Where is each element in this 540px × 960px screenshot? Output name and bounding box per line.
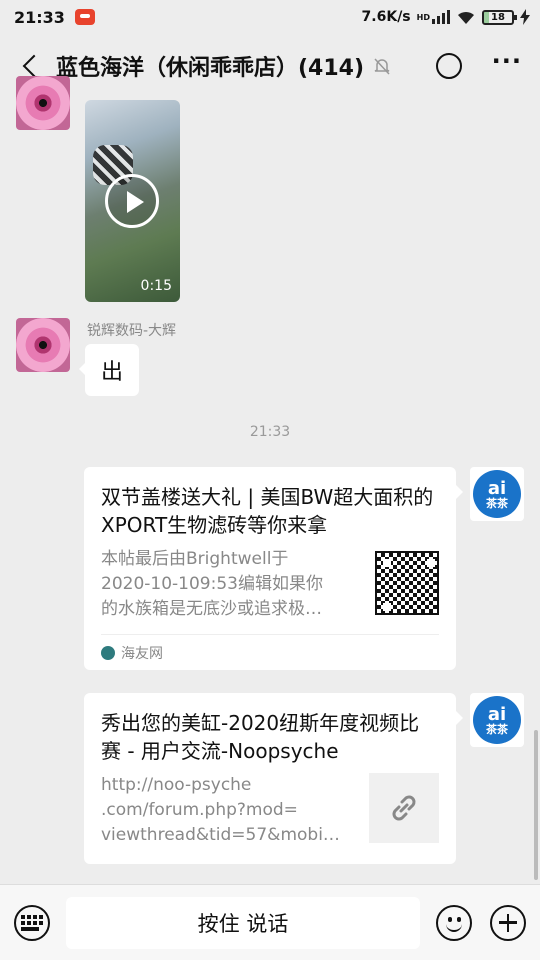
- avatar[interactable]: [16, 76, 70, 130]
- more-icon[interactable]: ···: [492, 49, 522, 76]
- mute-bell-icon: [374, 58, 390, 75]
- avatar-logo-text: 茶茶: [486, 722, 508, 736]
- scrollbar[interactable]: [534, 730, 538, 880]
- chat-header: 蓝色海洋（休闲乖乖店）(414) ···: [0, 34, 540, 98]
- input-bar: 按住 说话: [0, 884, 540, 960]
- link-icon: [392, 795, 416, 821]
- card-desc-line: 2020-10-109:53编辑如果你: [101, 574, 323, 594]
- link-thumbnail: [369, 773, 439, 843]
- card-title: 秀出您的美缸-2020纽斯年度视频比赛 - 用户交流-Noopsyche: [101, 711, 420, 763]
- hd-label: HD: [416, 12, 430, 22]
- plus-icon[interactable]: [490, 904, 526, 941]
- source-name: 海友网: [121, 645, 163, 662]
- card-desc-line: 的水族箱是无底沙或追求极…: [101, 599, 322, 619]
- battery-icon: 18: [482, 9, 517, 25]
- avatar[interactable]: ai 茶茶: [470, 693, 524, 747]
- avatar-logo-text: 茶茶: [486, 496, 508, 510]
- avatar-logo-text: ai: [487, 703, 507, 725]
- play-icon[interactable]: [105, 174, 159, 228]
- card-desc-line: 本帖最后由Brightwell于: [101, 549, 289, 569]
- timestamp: 21:33: [249, 424, 291, 440]
- status-time: 21:33: [14, 7, 65, 27]
- chat-title: 蓝色海洋（休闲乖乖店）(414): [56, 56, 365, 81]
- wifi-icon: [458, 11, 474, 24]
- app-notification-icon: [74, 9, 95, 25]
- card-title: 双节盖楼送大礼 | 美国BW超大面积的XPORT生物滤砖等你来拿: [101, 485, 434, 537]
- link-card[interactable]: 秀出您的美缸-2020纽斯年度视频比赛 - 用户交流-Noopsyche htt…: [84, 693, 463, 864]
- card-desc-line: viewthread&tid=57&mobi…: [101, 825, 340, 845]
- card-desc-line: .com/forum.php?mod=: [101, 800, 298, 820]
- avatar[interactable]: ai 茶茶: [470, 467, 524, 521]
- hold-to-talk-button[interactable]: 按住 说话: [66, 896, 420, 949]
- qr-code-thumbnail: [375, 551, 439, 615]
- keyboard-icon[interactable]: [14, 904, 50, 941]
- sender-name: 锐辉数码-大辉: [87, 323, 177, 339]
- card-description: http://noo-psyche .com/forum.php?mod= vi…: [101, 773, 356, 848]
- status-bar: 21:33 7.6K/s HD 18: [0, 0, 540, 34]
- avatar-logo-text: ai: [487, 477, 507, 499]
- signal-icon: [432, 10, 450, 24]
- video-message[interactable]: 0:15: [85, 100, 180, 302]
- text-message-bubble[interactable]: 出: [78, 344, 140, 396]
- source-icon: [101, 645, 115, 660]
- charging-icon: [520, 9, 530, 25]
- card-description: 本帖最后由Brightwell于 2020-10-109:53编辑如果你 的水族…: [101, 547, 356, 622]
- message-text: 出: [101, 360, 124, 385]
- card-desc-line: http://noo-psyche: [101, 775, 252, 795]
- video-duration: 0:15: [140, 278, 172, 294]
- link-card[interactable]: 双节盖楼送大礼 | 美国BW超大面积的XPORT生物滤砖等你来拿 本帖最后由Br…: [84, 467, 463, 670]
- card-source: 海友网: [101, 634, 439, 670]
- refresh-icon[interactable]: [435, 53, 462, 79]
- network-speed: 7.6K/s: [361, 9, 411, 25]
- battery-level: 18: [491, 11, 505, 23]
- emoji-icon[interactable]: [436, 904, 472, 941]
- avatar[interactable]: [16, 318, 70, 372]
